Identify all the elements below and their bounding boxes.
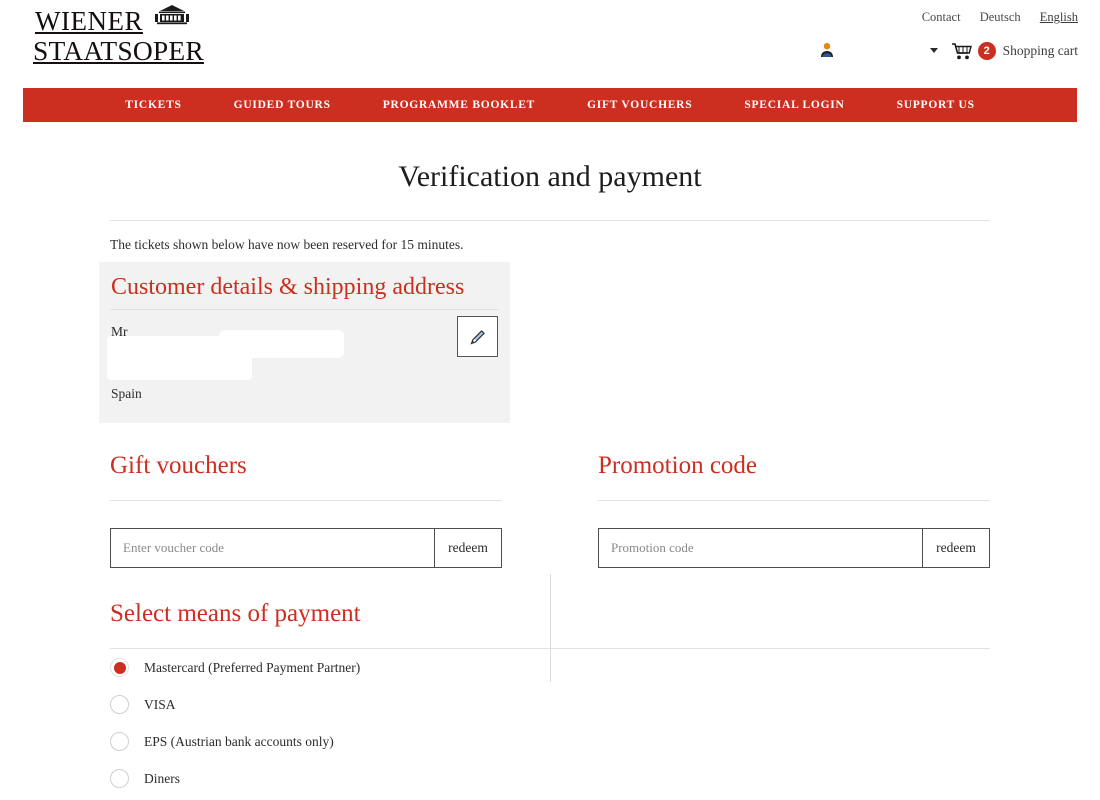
page-title: Verification and payment (398, 160, 702, 193)
chevron-down-icon[interactable] (930, 47, 938, 53)
main-content: Verification and payment The tickets sho… (0, 122, 1100, 788)
gift-voucher-input[interactable] (111, 529, 434, 567)
gift-voucher-redeem-button[interactable]: redeem (434, 529, 501, 567)
opera-house-icon (155, 5, 189, 25)
customer-details-heading: Customer details & shipping address (111, 274, 465, 300)
reservation-note: The tickets shown below have now been re… (110, 237, 464, 252)
customer-country: Spain (111, 386, 142, 401)
payment-option-visa[interactable]: VISA (110, 686, 990, 723)
radio-mastercard[interactable] (110, 658, 129, 677)
shopping-cart-icon (951, 43, 972, 60)
promotion-code-block: Promotion code redeem (598, 452, 990, 568)
pencil-icon (469, 329, 485, 345)
main-navigation: TICKETS GUIDED TOURS PROGRAMME BOOKLET G… (23, 88, 1077, 122)
account-name-redacted (840, 44, 922, 56)
account-menu[interactable] (820, 42, 938, 58)
promotion-code-divider (598, 500, 990, 501)
utility-links: Contact Deutsch English (906, 10, 1078, 25)
link-english[interactable]: English (1040, 10, 1078, 24)
gift-voucher-form: redeem (110, 528, 502, 568)
nav-item-special-login[interactable]: SPECIAL LOGIN (744, 99, 844, 111)
payment-option-diners[interactable]: Diners (110, 760, 990, 797)
nav-item-support-us[interactable]: SUPPORT US (897, 99, 975, 111)
payment-option-label: VISA (144, 696, 176, 712)
user-icon (821, 43, 833, 57)
payment-option-eps[interactable]: EPS (Austrian bank accounts only) (110, 723, 990, 760)
promotion-code-form: redeem (598, 528, 990, 568)
gift-vouchers-heading: Gift vouchers (110, 452, 247, 479)
promotion-code-heading: Promotion code (598, 452, 758, 479)
promotion-code-redeem-button[interactable]: redeem (922, 529, 989, 567)
payment-section: Select means of payment Mastercard (Pref… (110, 600, 990, 797)
customer-name-redacted (219, 330, 344, 358)
title-divider (110, 220, 990, 221)
nav-item-programme-booklet[interactable]: PROGRAMME BOOKLET (383, 99, 535, 111)
radio-visa[interactable] (110, 695, 129, 714)
payment-option-label: Diners (144, 770, 180, 786)
promotion-code-input[interactable] (599, 529, 922, 567)
site-header: WIENER STAATSOPER Contact Deutsch Englis… (0, 0, 1100, 88)
gift-vouchers-divider (110, 500, 502, 501)
nav-item-gift-vouchers[interactable]: GIFT VOUCHERS (587, 99, 692, 111)
edit-customer-details-button[interactable] (457, 316, 498, 357)
payment-heading: Select means of payment (110, 600, 361, 627)
customer-details-body: Mr (99, 310, 510, 380)
link-contact[interactable]: Contact (922, 10, 961, 24)
gift-vouchers-block: Gift vouchers redeem (110, 452, 502, 568)
site-logo[interactable]: WIENER STAATSOPER (33, 5, 213, 70)
logo-line-2: STAATSOPER (33, 35, 204, 66)
payment-option-label: Mastercard (Preferred Payment Partner) (144, 659, 361, 675)
link-deutsch[interactable]: Deutsch (980, 10, 1021, 24)
radio-dot-icon (113, 661, 126, 674)
nav-item-guided-tours[interactable]: GUIDED TOURS (234, 99, 331, 111)
radio-diners[interactable] (110, 769, 129, 788)
cart-label: Shopping cart (1002, 43, 1078, 58)
payment-option-label: EPS (Austrian bank accounts only) (144, 733, 334, 749)
nav-item-tickets[interactable]: TICKETS (125, 99, 181, 111)
cart-count-badge: 2 (977, 42, 996, 60)
shopping-cart[interactable]: 2 Shopping cart (951, 38, 1078, 64)
radio-eps[interactable] (110, 732, 129, 751)
customer-details-card: Customer details & shipping address Mr S… (99, 262, 510, 423)
payment-option-mastercard[interactable]: Mastercard (Preferred Payment Partner) (110, 649, 990, 686)
page-root: WIENER STAATSOPER Contact Deutsch Englis… (0, 0, 1100, 800)
